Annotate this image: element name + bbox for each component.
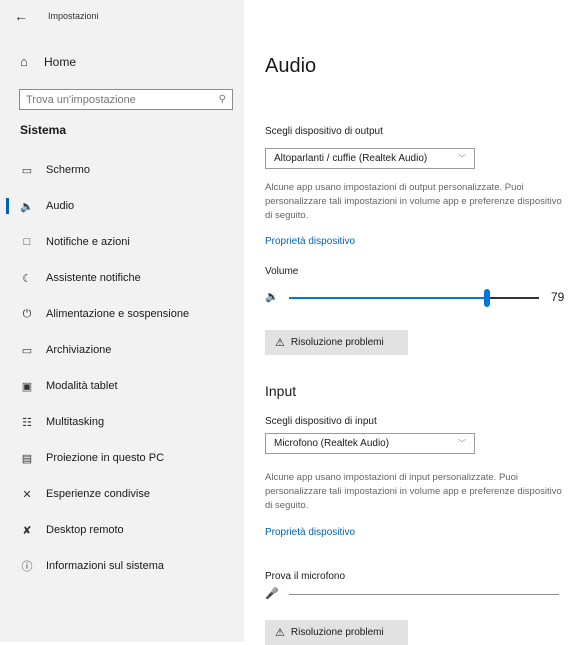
sidebar-item-label: Alimentazione e sospensione: [46, 308, 190, 320]
sidebar-item-label: Proiezione in questo PC: [46, 452, 165, 464]
back-arrow-icon[interactable]: ←: [14, 8, 36, 24]
home-label: Home: [44, 54, 77, 69]
output-device-label: Scegli dispositivo di output: [265, 126, 383, 137]
volume-slider-fill: [289, 297, 487, 299]
input-troubleshoot-label: Risoluzione problemi: [290, 627, 384, 638]
warning-icon: ⚠: [275, 627, 285, 639]
chevron-down-icon: ﹀: [458, 154, 466, 163]
app-title: Impostazioni: [48, 11, 99, 21]
sidebar-item-label: Informazioni sul sistema: [46, 560, 164, 572]
output-device-properties-link[interactable]: Proprietà dispositivo: [265, 236, 355, 247]
search-icon[interactable]: ⚲: [219, 94, 226, 105]
multitasking-icon: ☷: [22, 416, 32, 429]
output-description: Alcune app usano impostazioni di output …: [265, 182, 562, 221]
input-device-value: Microfono (Realtek Audio): [274, 438, 390, 449]
sidebar-item-proiezione-in-questo-pc[interactable]: ▤ Proiezione in questo PC: [0, 440, 244, 476]
microphone-icon: 🎤: [265, 588, 279, 600]
sidebar-item-notifiche-e-azioni[interactable]: □ Notifiche e azioni: [0, 224, 244, 260]
speaker-icon: 🔈: [20, 200, 34, 213]
sidebar-item-label: Schermo: [46, 164, 91, 176]
storage-icon: ▭: [21, 344, 33, 357]
volume-value: 79: [551, 290, 565, 304]
mic-test-label: Prova il microfono: [265, 571, 346, 582]
volume-label: Volume: [265, 266, 299, 277]
home-link[interactable]: ⌂ Home: [20, 54, 76, 69]
input-description: Alcune app usano impostazioni di input p…: [265, 472, 562, 511]
warning-icon: ⚠: [275, 337, 285, 349]
main-content: Audio Scegli dispositivo di output Altop…: [244, 0, 568, 645]
sidebar-item-label: Audio: [46, 200, 75, 212]
sidebar-item-label: Desktop remoto: [46, 524, 124, 536]
output-device-value: Altoparlanti / cuffie (Realtek Audio): [274, 153, 428, 164]
input-section-header: Input: [265, 383, 297, 399]
shared-icon: ✕: [22, 488, 32, 501]
projection-icon: ▤: [21, 452, 33, 465]
sidebar-item-multitasking[interactable]: ☷ Multitasking: [0, 404, 244, 440]
sidebar: ← Impostazioni ⌂ Home ⚲ Sistema ▭ Schermo…: [0, 0, 244, 642]
speaker-icon[interactable]: 🔉: [265, 290, 279, 303]
sidebar-item-audio[interactable]: 🔈 Audio: [0, 188, 244, 224]
search-box[interactable]: ⚲: [19, 89, 233, 110]
sidebar-item-label: Multitasking: [46, 416, 105, 428]
sidebar-item-label: Archiviazione: [46, 344, 112, 356]
page-title: Audio: [265, 55, 317, 77]
nav-list: ▭ Schermo 🔈 Audio □ Notifiche e azioni ☾ Assist…: [0, 152, 244, 584]
moon-icon: ☾: [22, 272, 32, 285]
sidebar-item-label: Modalità tablet: [46, 380, 118, 392]
section-header: Sistema: [20, 123, 67, 137]
output-troubleshoot-button[interactable]: ⚠ Risoluzione problemi: [265, 330, 408, 355]
input-device-label: Scegli dispositivo di input: [265, 416, 377, 427]
output-device-dropdown[interactable]: Altoparlanti / cuffie (Realtek Audio) ﹀: [265, 148, 475, 169]
info-icon: ⓘ: [21, 561, 33, 573]
mic-level-meter: [289, 594, 559, 595]
input-device-properties-link[interactable]: Proprietà dispositivo: [265, 527, 355, 538]
chevron-down-icon: ﹀: [458, 439, 466, 448]
volume-slider-thumb[interactable]: [484, 289, 490, 307]
sidebar-item-informazioni-sul-sistema[interactable]: ⓘ Informazioni sul sistema: [0, 548, 244, 584]
sidebar-item-label: Assistente notifiche: [46, 272, 141, 284]
notification-icon: □: [23, 236, 31, 248]
search-input[interactable]: [26, 93, 206, 106]
sidebar-item-assistente-notifiche[interactable]: ☾ Assistente notifiche: [0, 260, 244, 296]
sidebar-item-modalit-tablet[interactable]: ▣ Modalità tablet: [0, 368, 244, 404]
sidebar-item-esperienze-condivise[interactable]: ✕ Esperienze condivise: [0, 476, 244, 512]
volume-slider[interactable]: [289, 289, 539, 307]
power-icon: ⏻: [22, 307, 32, 320]
sidebar-item-archiviazione[interactable]: ▭ Archiviazione: [0, 332, 244, 368]
monitor-icon: ▭: [21, 164, 33, 177]
sidebar-item-label: Esperienze condivise: [46, 488, 150, 500]
output-troubleshoot-label: Risoluzione problemi: [290, 337, 384, 348]
input-troubleshoot-button[interactable]: ⚠ Risoluzione problemi: [265, 620, 408, 645]
input-device-dropdown[interactable]: Microfono (Realtek Audio) ﹀: [265, 433, 475, 454]
sidebar-item-label: Notifiche e azioni: [46, 236, 130, 248]
home-icon: ⌂: [20, 54, 28, 69]
remote-desktop-icon: ✘: [22, 524, 32, 537]
sidebar-item-schermo[interactable]: ▭ Schermo: [0, 152, 244, 188]
sidebar-item-desktop-remoto[interactable]: ✘ Desktop remoto: [0, 512, 244, 548]
title-bar: ← Impostazioni: [14, 7, 99, 25]
sidebar-item-alimentazione-e-sospensione[interactable]: ⏻ Alimentazione e sospensione: [0, 296, 244, 332]
tablet-icon: ▣: [21, 380, 33, 393]
